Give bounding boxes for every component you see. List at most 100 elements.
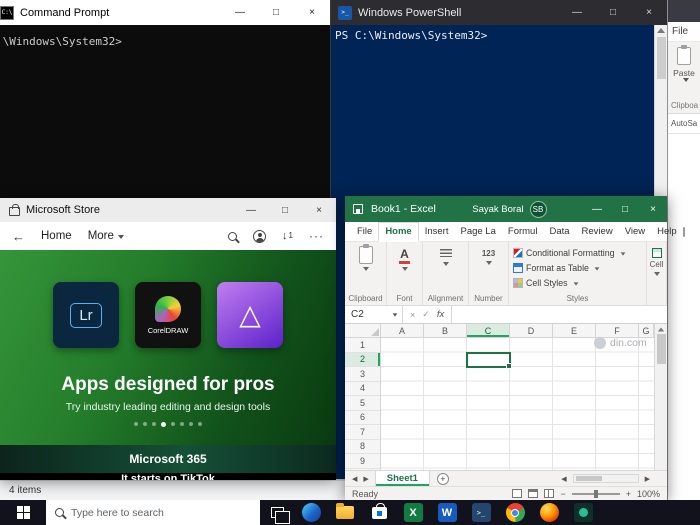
scroll-up-icon[interactable]: [657, 327, 665, 332]
taskbar-powershell[interactable]: >_: [464, 500, 498, 525]
close-button[interactable]: ×: [302, 198, 336, 222]
nav-home[interactable]: Home: [41, 230, 72, 242]
tab-home[interactable]: Home: [378, 222, 419, 242]
zoom-level[interactable]: 100%: [637, 489, 660, 499]
row-header[interactable]: 7: [345, 425, 380, 440]
taskbar-word[interactable]: W: [430, 500, 464, 525]
scroll-right-icon[interactable]: ▶: [642, 475, 653, 483]
task-view-button[interactable]: [260, 500, 294, 525]
taskbar-pinned-app[interactable]: [566, 500, 600, 525]
tab-file[interactable]: File: [351, 222, 378, 241]
account-area[interactable]: Sayak Boral SB: [472, 200, 547, 218]
column-header[interactable]: A: [381, 324, 424, 337]
paste-icon[interactable]: [358, 244, 373, 264]
column-header[interactable]: D: [510, 324, 553, 337]
column-header-selected[interactable]: C: [467, 324, 510, 337]
number-icon[interactable]: 123: [482, 249, 495, 258]
insert-function-icon[interactable]: fx: [437, 309, 444, 320]
minimize-button[interactable]: —: [583, 196, 611, 222]
row-header[interactable]: 9: [345, 454, 380, 469]
autosave-toggle[interactable]: AutoSa: [668, 114, 700, 134]
side-window-titlebar[interactable]: [668, 0, 700, 22]
more-menu-icon[interactable]: ···: [309, 229, 324, 243]
horizontal-scrollbar[interactable]: ◀ ▶: [558, 474, 667, 483]
name-box[interactable]: C2: [345, 306, 403, 323]
chevron-down-icon[interactable]: [401, 267, 408, 272]
excel-titlebar[interactable]: Book1 - Excel Sayak Boral SB — □ ×: [345, 196, 667, 222]
lightroom-tile[interactable]: Lr: [53, 282, 119, 348]
taskbar-chrome[interactable]: [498, 500, 532, 525]
minimize-button[interactable]: —: [559, 0, 595, 25]
column-header[interactable]: F: [596, 324, 639, 337]
sheet-nav-left-icon[interactable]: ◀: [349, 475, 360, 483]
cancel-icon[interactable]: ×: [410, 310, 415, 320]
powershell-titlebar[interactable]: >_ Windows PowerShell — □ ×: [330, 0, 667, 25]
enter-icon[interactable]: ✓: [422, 309, 430, 320]
store-hero-banner[interactable]: Lr CorelDRAW △ Apps designed for pros Tr…: [0, 250, 336, 445]
start-button[interactable]: [0, 500, 46, 525]
font-icon[interactable]: A: [399, 246, 410, 265]
search-icon[interactable]: [228, 231, 238, 241]
close-button[interactable]: ×: [294, 0, 330, 25]
conditional-formatting-button[interactable]: Conditional Formatting: [513, 245, 642, 260]
tab-view[interactable]: View: [619, 222, 651, 241]
row-header[interactable]: 5: [345, 396, 380, 411]
zoom-out-icon[interactable]: −: [560, 489, 565, 499]
carousel-dots[interactable]: [0, 422, 336, 427]
cell-styles-button[interactable]: Cell Styles: [513, 275, 642, 290]
store-titlebar[interactable]: Microsoft Store — □ ×: [0, 198, 336, 222]
format-as-table-button[interactable]: Format as Table: [513, 260, 642, 275]
tab-formulas[interactable]: Formul: [502, 222, 544, 241]
select-all-corner[interactable]: [345, 324, 381, 337]
affinity-photo-tile[interactable]: △: [217, 282, 283, 348]
chevron-down-icon[interactable]: [362, 267, 369, 271]
scrollbar-thumb[interactable]: [575, 476, 602, 481]
search-input[interactable]: [71, 506, 231, 519]
page-break-view-icon[interactable]: [544, 489, 555, 498]
chevron-down-icon[interactable]: [485, 261, 492, 265]
font-group[interactable]: A Font: [387, 242, 423, 305]
taskbar-store[interactable]: [362, 500, 396, 525]
command-prompt-titlebar[interactable]: C:\ Command Prompt — □ ×: [0, 0, 330, 25]
scroll-up-icon[interactable]: [657, 28, 665, 33]
sheet-tab-sheet1[interactable]: Sheet1: [374, 471, 430, 486]
scrollbar-thumb[interactable]: [656, 334, 666, 364]
zoom-in-icon[interactable]: +: [626, 489, 631, 499]
share-icon[interactable]: [682, 226, 685, 237]
scrollbar-thumb[interactable]: [656, 37, 666, 79]
taskbar-search[interactable]: [46, 500, 260, 525]
maximize-button[interactable]: □: [258, 0, 294, 25]
nav-more[interactable]: More: [88, 230, 124, 242]
tab-data[interactable]: Data: [543, 222, 575, 241]
command-prompt-terminal[interactable]: :\Windows\System32>: [0, 25, 330, 58]
add-sheet-button[interactable]: +: [436, 472, 449, 485]
taskbar-firefox[interactable]: [532, 500, 566, 525]
microsoft-365-banner[interactable]: Microsoft 365: [0, 445, 336, 473]
tab-page-layout[interactable]: Page La: [454, 222, 501, 241]
scrollbar-track[interactable]: [572, 474, 639, 483]
vertical-scrollbar[interactable]: [654, 324, 667, 470]
maximize-button[interactable]: □: [595, 0, 631, 25]
maximize-button[interactable]: □: [268, 198, 302, 222]
row-header[interactable]: 6: [345, 411, 380, 425]
column-header[interactable]: B: [424, 324, 467, 337]
selected-cell-C2[interactable]: [466, 352, 512, 369]
coreldraw-tile[interactable]: CorelDRAW: [135, 282, 201, 348]
close-button[interactable]: ×: [631, 0, 667, 25]
normal-view-icon[interactable]: [512, 489, 523, 498]
alignment-icon[interactable]: [439, 249, 452, 259]
page-layout-view-icon[interactable]: [528, 489, 539, 498]
row-header[interactable]: 1: [345, 338, 380, 353]
downloads-button[interactable]: ↓ 1: [282, 230, 293, 242]
alignment-group[interactable]: Alignment: [423, 242, 469, 305]
maximize-button[interactable]: □: [611, 196, 639, 222]
tiktok-banner[interactable]: It starts on TikTok: [0, 473, 336, 480]
row-header[interactable]: 8: [345, 440, 380, 454]
column-header[interactable]: G: [639, 324, 654, 337]
paste-button[interactable]: Paste: [668, 42, 700, 98]
number-group[interactable]: 123 Number: [469, 242, 509, 305]
chevron-down-icon[interactable]: [442, 262, 449, 266]
minimize-button[interactable]: —: [222, 0, 258, 25]
row-header[interactable]: 3: [345, 367, 380, 382]
column-header[interactable]: E: [553, 324, 596, 337]
